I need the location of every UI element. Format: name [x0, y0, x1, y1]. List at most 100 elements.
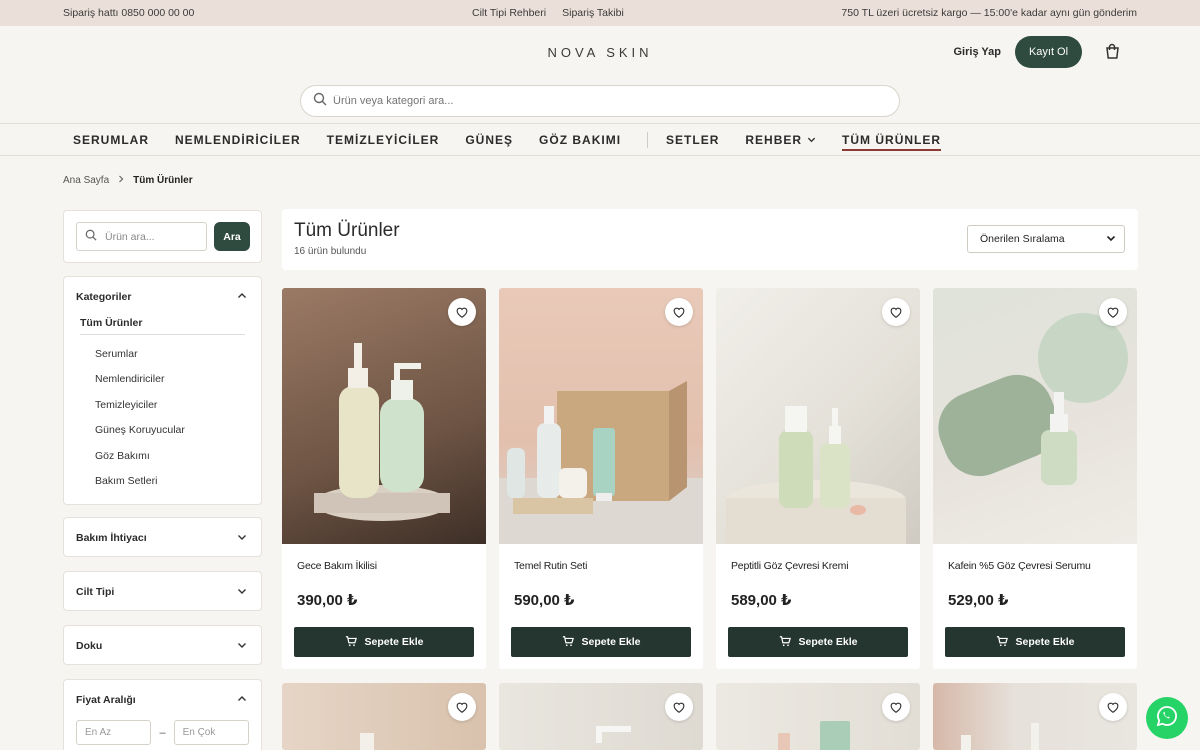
logo[interactable]: NOVA SKIN: [547, 45, 652, 60]
filter-care-need-header: Bakım İhtiyacı: [64, 518, 261, 558]
heart-icon[interactable]: [882, 298, 910, 326]
filter-skin-type-label: Cilt Tipi: [76, 586, 115, 598]
category-item[interactable]: Güneş Koruyucular: [64, 418, 261, 444]
price-max-input[interactable]: En Çok: [173, 720, 249, 745]
sidebar-search: Ürün ara... Ara: [63, 210, 262, 263]
product-image[interactable]: [933, 288, 1137, 544]
nav-sets[interactable]: SETLER: [666, 123, 719, 156]
sort-select[interactable]: Önerilen Sıralama: [967, 225, 1125, 253]
breadcrumb: Ana Sayfa Tüm Ürünler: [63, 175, 193, 186]
filter-texture-label: Doku: [76, 640, 103, 652]
product-image[interactable]: [716, 683, 920, 750]
product-price: 589,00 ₺: [731, 592, 792, 609]
product-card[interactable]: [499, 683, 703, 750]
product-name[interactable]: Peptitli Göz Çevresi Kremi: [731, 560, 849, 572]
order-tracking-link[interactable]: Sipariş Takibi: [562, 7, 624, 19]
add-to-cart-label: Sepete Ekle: [581, 636, 641, 648]
filter-care-need[interactable]: Bakım İhtiyacı: [63, 517, 262, 557]
heart-icon[interactable]: [882, 693, 910, 721]
nav-moisturizers[interactable]: NEMLENDİRİCİLER: [175, 123, 301, 156]
product-image[interactable]: [282, 288, 486, 544]
product-card[interactable]: [933, 683, 1137, 750]
categories-header[interactable]: Kategoriler: [64, 277, 261, 317]
product-image[interactable]: [282, 683, 486, 750]
account-actions: Giriş Yap Kayıt Ol: [954, 36, 1123, 68]
nav-serums[interactable]: SERUMLAR: [73, 123, 149, 156]
add-to-cart-label: Sepete Ekle: [364, 636, 424, 648]
top-bar: Sipariş hattı 0850 000 00 00 Cilt Tipi R…: [0, 0, 1200, 26]
product-price: 390,00 ₺: [297, 592, 358, 609]
product-card[interactable]: Gece Bakım İkilisi 390,00 ₺ Sepete Ekle: [282, 288, 486, 669]
site-search[interactable]: [300, 85, 900, 117]
price-range-dash: –: [159, 726, 166, 739]
product-illustration: [314, 343, 450, 521]
product-image[interactable]: [499, 288, 703, 544]
product-image[interactable]: [933, 683, 1137, 750]
category-item[interactable]: Serumlar: [64, 341, 261, 367]
nav-eye-care[interactable]: GÖZ BAKIMI: [539, 123, 621, 156]
heart-icon[interactable]: [448, 693, 476, 721]
signup-button[interactable]: Kayıt Ol: [1015, 36, 1082, 68]
login-link[interactable]: Giriş Yap: [954, 46, 1002, 58]
heart-icon[interactable]: [448, 298, 476, 326]
search-icon: [313, 92, 327, 111]
filter-skin-type-header: Cilt Tipi: [64, 572, 261, 612]
product-image[interactable]: [716, 288, 920, 544]
add-to-cart-button[interactable]: Sepete Ekle: [294, 627, 474, 657]
whatsapp-button[interactable]: [1146, 697, 1188, 739]
filter-price-header[interactable]: Fiyat Aralığı: [64, 680, 261, 720]
category-all[interactable]: Tüm Ürünler: [80, 317, 245, 335]
sidebar-search-button[interactable]: Ara: [214, 222, 250, 251]
filter-texture[interactable]: Doku: [63, 625, 262, 665]
product-name[interactable]: Kafein %5 Göz Çevresi Serumu: [948, 560, 1091, 572]
product-card[interactable]: [716, 683, 920, 750]
product-name[interactable]: Gece Bakım İkilisi: [297, 560, 377, 572]
heart-icon[interactable]: [665, 693, 693, 721]
listing-header: Tüm Ürünler 16 ürün bulundu Önerilen Sır…: [282, 209, 1138, 270]
search-area: [0, 78, 1200, 123]
add-to-cart-label: Sepete Ekle: [798, 636, 858, 648]
category-item[interactable]: Temizleyiciler: [64, 392, 261, 418]
heart-icon[interactable]: [665, 298, 693, 326]
category-item[interactable]: Nemlendiriciler: [64, 367, 261, 393]
category-item[interactable]: Bakım Setleri: [64, 469, 261, 495]
product-card[interactable]: Temel Rutin Seti 590,00 ₺ Sepete Ekle: [499, 288, 703, 669]
add-to-cart-button[interactable]: Sepete Ekle: [945, 627, 1125, 657]
add-to-cart-button[interactable]: Sepete Ekle: [728, 627, 908, 657]
product-card[interactable]: Kafein %5 Göz Çevresi Serumu 529,00 ₺ Se…: [933, 288, 1137, 669]
heart-icon[interactable]: [1099, 693, 1127, 721]
search-input[interactable]: [333, 95, 833, 107]
chevron-down-icon: [237, 532, 247, 545]
category-item[interactable]: Göz Bakımı: [64, 443, 261, 469]
nav-guide[interactable]: REHBER: [745, 123, 816, 156]
product-card[interactable]: Peptitli Göz Çevresi Kremi 589,00 ₺ Sepe…: [716, 288, 920, 669]
result-count: 16 ürün bulundu: [294, 246, 367, 257]
breadcrumb-home[interactable]: Ana Sayfa: [63, 175, 109, 186]
page-title: Tüm Ürünler: [294, 220, 400, 241]
filter-price: Fiyat Aralığı En Az – En Çok: [63, 679, 262, 750]
sidebar-search-input[interactable]: Ürün ara...: [76, 222, 207, 251]
filter-texture-header: Doku: [64, 626, 261, 666]
filter-skin-type[interactable]: Cilt Tipi: [63, 571, 262, 611]
whatsapp-icon: [1155, 704, 1179, 733]
chevron-down-icon: [807, 135, 816, 144]
price-min-input[interactable]: En Az: [76, 720, 152, 745]
product-illustration: [938, 313, 1128, 485]
skin-type-guide-link[interactable]: Cilt Tipi Rehberi: [472, 7, 546, 19]
chevron-up-icon: [237, 291, 247, 304]
category-list: Serumlar Nemlendiriciler Temizleyiciler …: [64, 341, 261, 494]
add-to-cart-button[interactable]: Sepete Ekle: [511, 627, 691, 657]
nav-guide-label: REHBER: [745, 132, 803, 147]
product-image[interactable]: [499, 683, 703, 750]
main-nav: SERUMLAR NEMLENDİRİCİLER TEMİZLEYİCİLER …: [0, 123, 1200, 156]
heart-icon[interactable]: [1099, 298, 1127, 326]
categories-panel: Kategoriler Tüm Ürünler Serumlar Nemlend…: [63, 276, 262, 505]
nav-all-products[interactable]: TÜM ÜRÜNLER: [842, 123, 942, 156]
cart-icon[interactable]: [1102, 42, 1122, 62]
product-card[interactable]: [282, 683, 486, 750]
product-name[interactable]: Temel Rutin Seti: [514, 560, 587, 572]
chevron-down-icon: [237, 586, 247, 599]
filter-care-need-label: Bakım İhtiyacı: [76, 532, 147, 544]
nav-sun[interactable]: GÜNEŞ: [465, 123, 513, 156]
nav-cleansers[interactable]: TEMİZLEYİCİLER: [327, 123, 440, 156]
